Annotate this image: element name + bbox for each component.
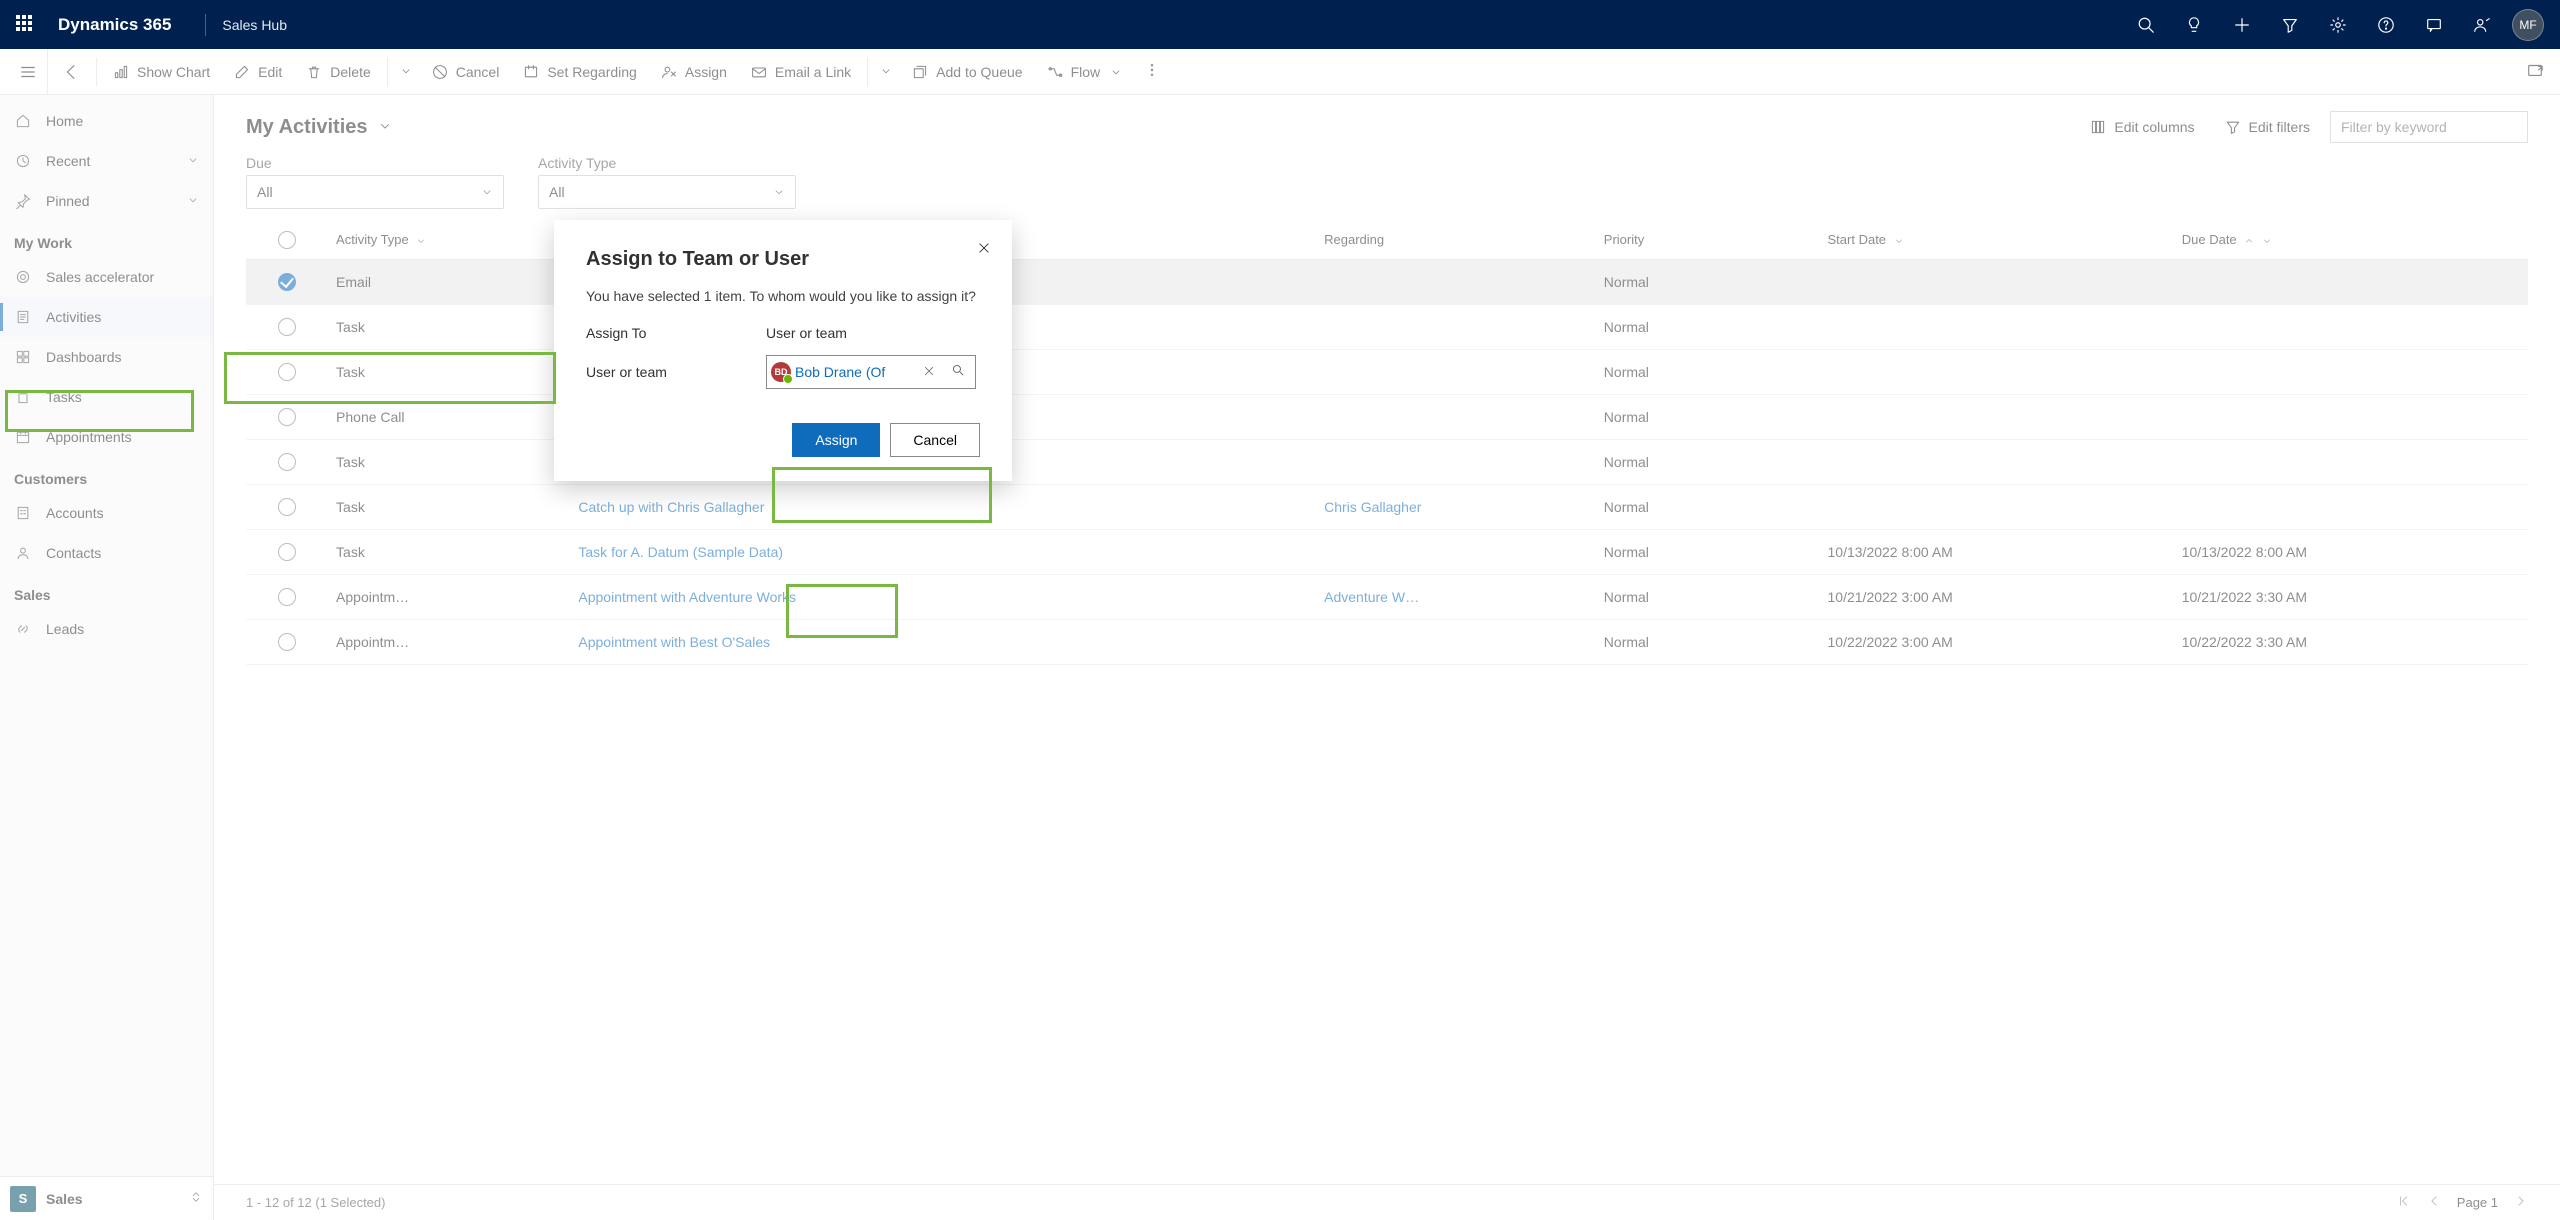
user-chip-text[interactable]: Bob Drane (Of <box>795 364 913 380</box>
dialog-description: You have selected 1 item. To whom would … <box>586 287 980 307</box>
search-icon[interactable] <box>2122 0 2170 49</box>
clear-icon[interactable] <box>917 364 941 380</box>
user-team-label: User or team <box>586 364 766 380</box>
chat-icon[interactable] <box>2410 0 2458 49</box>
assign-to-label: Assign To <box>586 325 766 341</box>
user-assist-icon[interactable] <box>2458 0 2506 49</box>
user-avatar-chip: BD <box>771 362 791 382</box>
user-avatar[interactable]: MF <box>2512 9 2544 41</box>
dim-overlay <box>214 49 2560 95</box>
assign-dialog: Assign to Team or User You have selected… <box>554 220 1012 481</box>
app-launcher-icon[interactable] <box>16 15 36 35</box>
close-icon[interactable] <box>970 234 998 262</box>
dim-overlay <box>0 49 214 1220</box>
gear-icon[interactable] <box>2314 0 2362 49</box>
global-top-bar: Dynamics 365 Sales Hub MF <box>0 0 2560 49</box>
help-icon[interactable] <box>2362 0 2410 49</box>
brand-label: Dynamics 365 <box>58 15 171 35</box>
lightbulb-icon[interactable] <box>2170 0 2218 49</box>
cancel-dialog-button[interactable]: Cancel <box>890 423 980 457</box>
hub-label[interactable]: Sales Hub <box>222 17 287 33</box>
dialog-title: Assign to Team or User <box>586 248 980 271</box>
search-icon[interactable] <box>945 363 971 380</box>
plus-icon[interactable] <box>2218 0 2266 49</box>
vertical-divider <box>205 14 206 36</box>
assign-confirm-button[interactable]: Assign <box>792 423 880 457</box>
filter-icon[interactable] <box>2266 0 2314 49</box>
assign-to-value[interactable]: User or team <box>766 325 847 341</box>
user-team-lookup[interactable]: BD Bob Drane (Of <box>766 355 976 389</box>
